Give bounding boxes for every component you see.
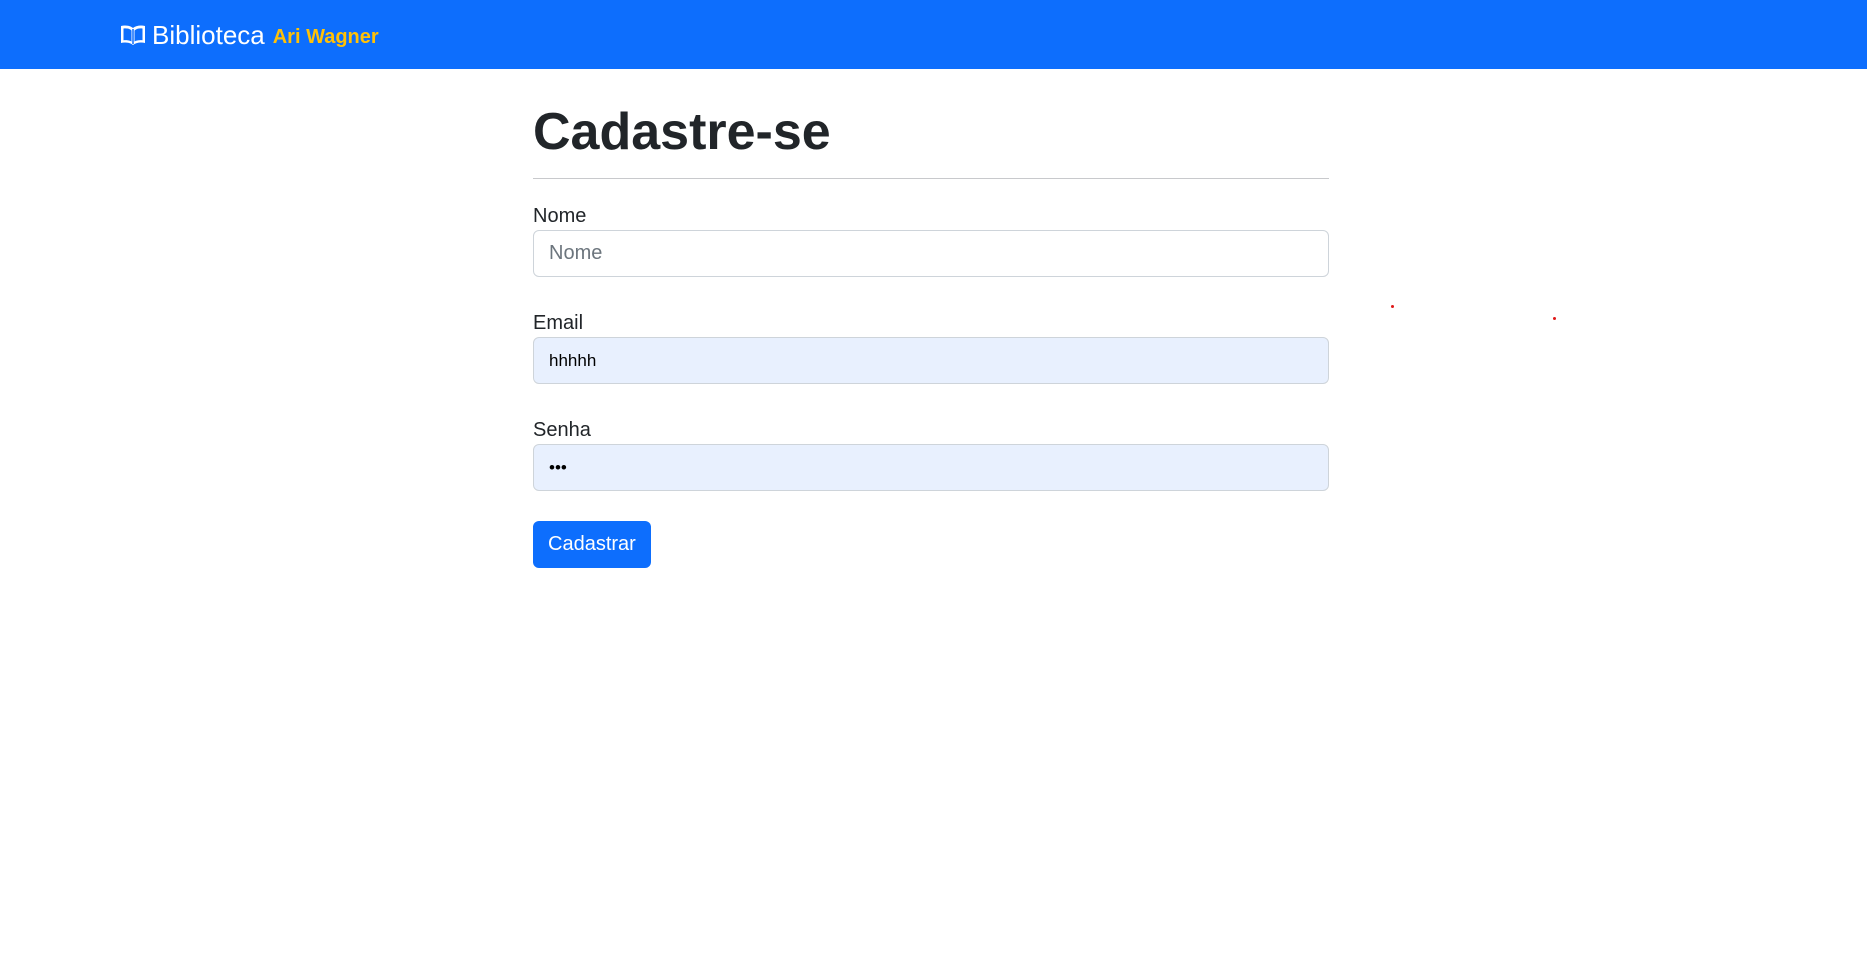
password-label: Senha: [533, 419, 591, 441]
brand-name: Biblioteca: [152, 20, 265, 50]
title-divider: [533, 178, 1329, 179]
red-dot-marker: [1391, 305, 1394, 308]
email-label: Email: [533, 312, 584, 334]
name-field[interactable]: [533, 230, 1329, 277]
email-field[interactable]: [533, 337, 1329, 384]
password-field[interactable]: [533, 444, 1329, 491]
name-label: Nome: [533, 205, 587, 227]
top-navbar: Biblioteca Ari Wagner: [0, 0, 1867, 69]
red-dot-marker: [1553, 317, 1556, 320]
open-book-icon: [120, 24, 146, 46]
brand-user-name: Ari Wagner: [272, 25, 379, 48]
brand-link[interactable]: Biblioteca Ari Wagner: [120, 17, 379, 53]
register-button[interactable]: Cadastrar: [533, 521, 651, 568]
page-title: Cadastre-se: [533, 103, 831, 161]
